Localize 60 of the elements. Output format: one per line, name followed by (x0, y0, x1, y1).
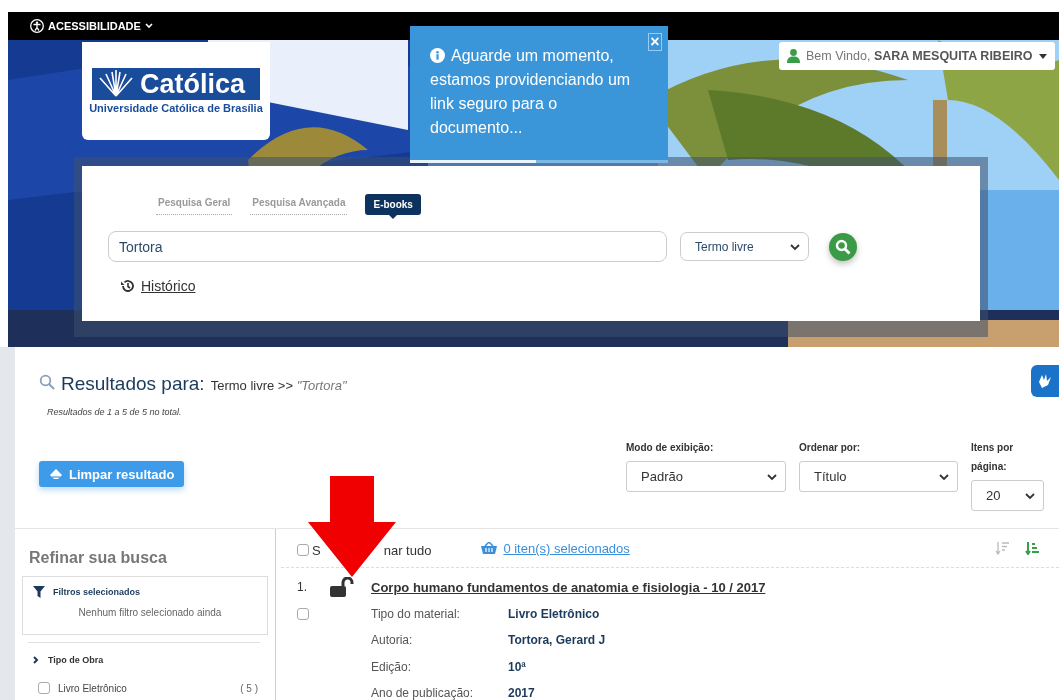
dropdown-select[interactable]: 20 (971, 480, 1044, 511)
chevron-down-icon (1025, 491, 1035, 500)
eraser-icon (49, 468, 63, 480)
results-title: Resultados para: (61, 373, 205, 395)
facet-count: ( 5 ) (240, 682, 258, 694)
university-logo[interactable]: Católica Universidade Católica de Brasília (82, 42, 270, 140)
checkbox[interactable] (38, 682, 50, 694)
facet-option-label: Livro Eletrônico (58, 682, 127, 694)
user-icon (787, 49, 800, 63)
item-number: 1. (297, 580, 308, 595)
filters-title: Filtros selecionados (53, 587, 141, 597)
history-link[interactable]: Histórico (141, 278, 196, 294)
control-label: Itens por página: (971, 441, 1015, 474)
search-button[interactable] (829, 232, 857, 261)
field-label: Autoria: (371, 633, 414, 648)
history-icon (120, 279, 135, 293)
sign-language-button[interactable] (1031, 365, 1059, 397)
sort-icon (995, 541, 1009, 555)
checkbox[interactable] (297, 607, 309, 620)
chevron-down-icon (144, 23, 153, 29)
field-value: 10ª (508, 659, 527, 674)
selected-items-link[interactable]: 0 iten(s) selecionados (503, 540, 630, 556)
field-value: Livro Eletrônico (508, 606, 601, 621)
dropdown-select[interactable]: Título (799, 461, 958, 492)
checkbox[interactable] (297, 544, 309, 556)
select-all-label[interactable]: nar tudo (383, 542, 432, 558)
dropdown-select[interactable]: Padrão (626, 461, 786, 492)
facet-header[interactable]: Tipo de Obra (32, 655, 268, 665)
sort-button[interactable] (1025, 541, 1039, 555)
sort-icon (1025, 541, 1039, 555)
filter-icon (33, 586, 45, 598)
accessibility-menu[interactable]: ACESSIBILIDADE (30, 12, 153, 40)
caret-icon (1039, 53, 1047, 59)
results-count: Resultados de 1 a 5 de 5 no total. (47, 407, 183, 417)
search-icon (835, 238, 851, 255)
field-value: Tortora, Gerard J (508, 633, 607, 648)
cathedral-icon (96, 70, 136, 98)
search-type-select[interactable]: Termo livre (680, 232, 809, 261)
toast-message: Aguarde um momento, estamos providenciando um link seguro para o documento... (430, 46, 632, 138)
chevron-down-icon (790, 242, 800, 251)
search-criteria: Termo livre >> "Tortora" (210, 378, 347, 393)
select-all-label[interactable]: S (312, 542, 321, 558)
sort-button[interactable] (995, 541, 1009, 555)
field-label: Ano de publicação: (371, 686, 475, 700)
field-label: Edição: (371, 659, 413, 674)
chevron-down-icon (767, 472, 777, 481)
field-label: Tipo do material: (371, 606, 461, 621)
search-icon (39, 374, 55, 390)
search-field[interactable]: Tortora (108, 231, 667, 262)
chevron-down-icon (939, 472, 949, 481)
basket-icon (481, 541, 498, 555)
sidebar-title: Refinar sua busca (29, 549, 168, 567)
user-menu[interactable]: Bem Vindo, SARA MESQUITA RIBEIRO (779, 42, 1055, 70)
info-icon (430, 48, 445, 63)
control-label: Ordenar por: (799, 441, 862, 455)
field-value: 2017 (508, 686, 536, 700)
accessibility-icon (30, 19, 44, 33)
control-label: Modo de exibição: (626, 441, 715, 455)
filters-empty-text: Nenhum filtro selecionado ainda (77, 607, 223, 618)
result-title-link[interactable]: Corpo humano fundamentos de anatomia e fisiologia - 10 / 2017 (371, 579, 1059, 595)
